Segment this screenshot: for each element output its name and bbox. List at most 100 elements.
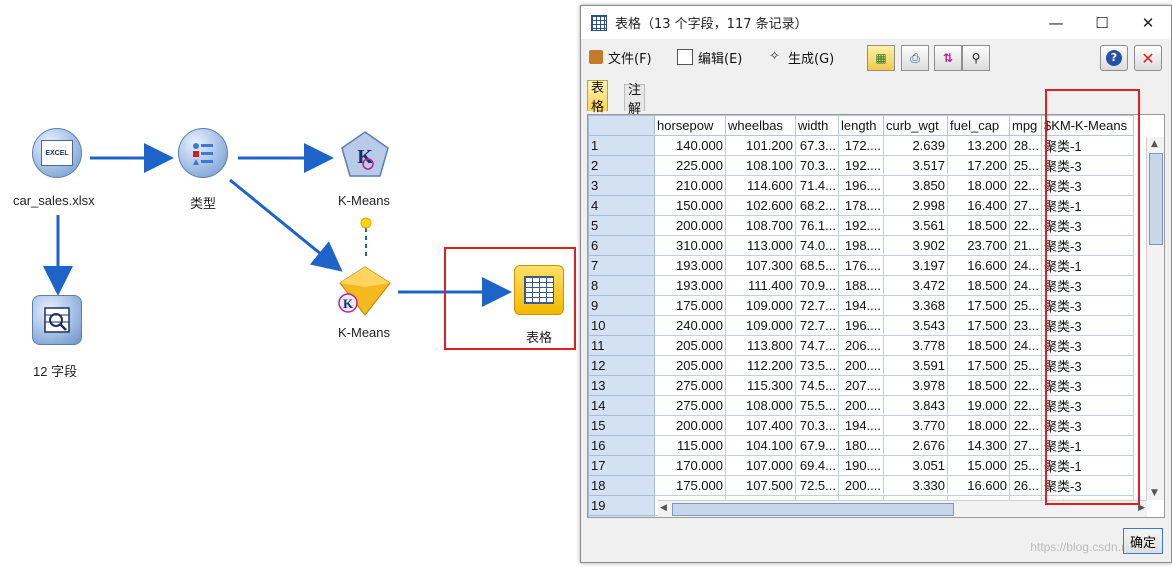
table-cell: 72.5...	[795, 475, 839, 496]
help-button[interactable]: ?	[1100, 45, 1128, 71]
export-icon: ▦	[875, 51, 887, 65]
table-cell: 18.500	[947, 335, 1010, 356]
table-cell: 3.561	[883, 215, 948, 236]
scroll-up-icon[interactable]: ▲	[1151, 139, 1158, 149]
table-cell: 175.000	[654, 295, 726, 316]
table-cell: 109.000	[725, 315, 796, 336]
excel-source-node[interactable]: EXCEL	[32, 128, 82, 178]
row-number: 11	[588, 335, 655, 356]
kmeans-nugget-node[interactable]: K	[336, 265, 394, 321]
table-cell: 193.000	[654, 275, 726, 296]
column-header[interactable]: horsepow	[654, 115, 726, 136]
horizontal-scroll-thumb[interactable]	[672, 503, 954, 516]
vertical-scroll-thumb[interactable]	[1149, 153, 1163, 245]
dialog-close-button[interactable]: ✕	[1134, 45, 1162, 71]
table-cell: 3.197	[883, 255, 948, 276]
table-cell: 109.000	[725, 295, 796, 316]
type-node[interactable]	[178, 128, 228, 178]
edit-menu-icon	[677, 49, 693, 65]
file-menu-icon	[589, 50, 603, 64]
kmeans-nugget-icon: K	[338, 266, 391, 316]
table-cell: 3.902	[883, 235, 948, 256]
vertical-scrollbar[interactable]: ▲ ▼	[1146, 137, 1164, 500]
table-cell: 2.639	[883, 135, 948, 156]
column-header[interactable]: width	[795, 115, 839, 136]
kmeans-builder-icon: K	[341, 131, 389, 177]
maximize-button[interactable]: ☐	[1079, 6, 1125, 39]
table-cell: 18.500	[947, 215, 1010, 236]
table-cell: 22...	[1009, 175, 1042, 196]
table-window-icon	[591, 14, 607, 31]
menu-edit-label: 编辑(E)	[698, 51, 743, 67]
table-cell: 107.000	[725, 455, 796, 476]
table-cell: 74.0...	[795, 235, 839, 256]
table-cell: 3.978	[883, 375, 948, 396]
corner-cell	[588, 115, 655, 136]
menu-edit[interactable]: 编辑(E)	[677, 46, 742, 68]
sort-button[interactable]: ⇅	[934, 45, 962, 71]
table-cell: 3.843	[883, 395, 948, 416]
table-cell: 17.500	[947, 295, 1010, 316]
table-cell: 22...	[1009, 375, 1042, 396]
column-header[interactable]: wheelbas	[725, 115, 796, 136]
table-cell: 68.2...	[795, 195, 839, 216]
minimize-button[interactable]: —	[1033, 6, 1079, 39]
table-cell: 107.500	[725, 475, 796, 496]
type-node-icon	[178, 128, 228, 178]
table-cell: 25...	[1009, 155, 1042, 176]
table-cell: 3.591	[883, 355, 948, 376]
table-cell: 113.800	[725, 335, 796, 356]
table-cell: 113.000	[725, 235, 796, 256]
export-button[interactable]: ▦	[867, 45, 895, 71]
table-output-node[interactable]	[514, 265, 564, 315]
window-titlebar[interactable]: 表格（13 个字段，117 条记录） — ☐ ✕	[581, 6, 1171, 39]
tab-annotation[interactable]: 注解	[624, 83, 646, 117]
row-number: 14	[588, 395, 655, 416]
row-number: 2	[588, 155, 655, 176]
column-header[interactable]: fuel_cap	[947, 115, 1010, 136]
table-cell: 198....	[838, 235, 884, 256]
print-button[interactable]: ⎙	[901, 45, 929, 71]
menu-generate[interactable]: ✧ 生成(G)	[769, 46, 834, 68]
table-cell: 115.000	[654, 435, 726, 456]
table-cell: 16.600	[947, 475, 1010, 496]
excel-source-label: car_sales.xlsx	[13, 193, 95, 208]
row-number: 1	[588, 135, 655, 156]
table-cell: 72.7...	[795, 295, 839, 316]
scroll-down-icon[interactable]: ▼	[1151, 488, 1158, 498]
table-cell: 25...	[1009, 295, 1042, 316]
table-cell: 140.000	[654, 135, 726, 156]
table-cell: 3.051	[883, 455, 948, 476]
table-output-window[interactable]: 表格（13 个字段，117 条记录） — ☐ ✕ 文件(F) 编辑(E) ✧ 生…	[580, 5, 1172, 563]
window-title: 表格（13 个字段，117 条记录）	[615, 17, 808, 32]
table-cell: 225.000	[654, 155, 726, 176]
data-audit-icon	[32, 295, 82, 345]
table-cell: 193.000	[654, 255, 726, 276]
table-cell: 76.1...	[795, 215, 839, 236]
table-cell: 69.4...	[795, 455, 839, 476]
column-header[interactable]: mpg	[1009, 115, 1042, 136]
column-header[interactable]: length	[838, 115, 884, 136]
ok-button[interactable]: 确定	[1123, 528, 1163, 554]
row-number: 15	[588, 415, 655, 436]
table-cell: 16.600	[947, 255, 1010, 276]
tab-table[interactable]: 表格	[587, 80, 609, 115]
table-cell: 200....	[838, 475, 884, 496]
table-cell: 3.770	[883, 415, 948, 436]
table-cell: 3.368	[883, 295, 948, 316]
kmeans-builder-node[interactable]: K	[340, 130, 390, 184]
table-cell: 67.3...	[795, 135, 839, 156]
table-cell: 107.300	[725, 255, 796, 276]
table-cell: 111.400	[725, 275, 796, 296]
stream-canvas[interactable]: EXCEL car_sales.xlsx 类型 K K-Means K K-Me…	[0, 0, 580, 567]
table-cell: 310.000	[654, 235, 726, 256]
menu-file[interactable]: 文件(F)	[589, 46, 652, 68]
table-cell: 3.472	[883, 275, 948, 296]
data-audit-node[interactable]	[32, 295, 82, 345]
window-close-button[interactable]: ✕	[1125, 6, 1171, 39]
find-button[interactable]: ⚲	[962, 45, 990, 71]
scroll-left-icon[interactable]: ◀	[660, 503, 667, 513]
type-node-label: 类型	[190, 196, 217, 211]
table-cell: 194....	[838, 295, 884, 316]
column-header[interactable]: curb_wgt	[883, 115, 948, 136]
